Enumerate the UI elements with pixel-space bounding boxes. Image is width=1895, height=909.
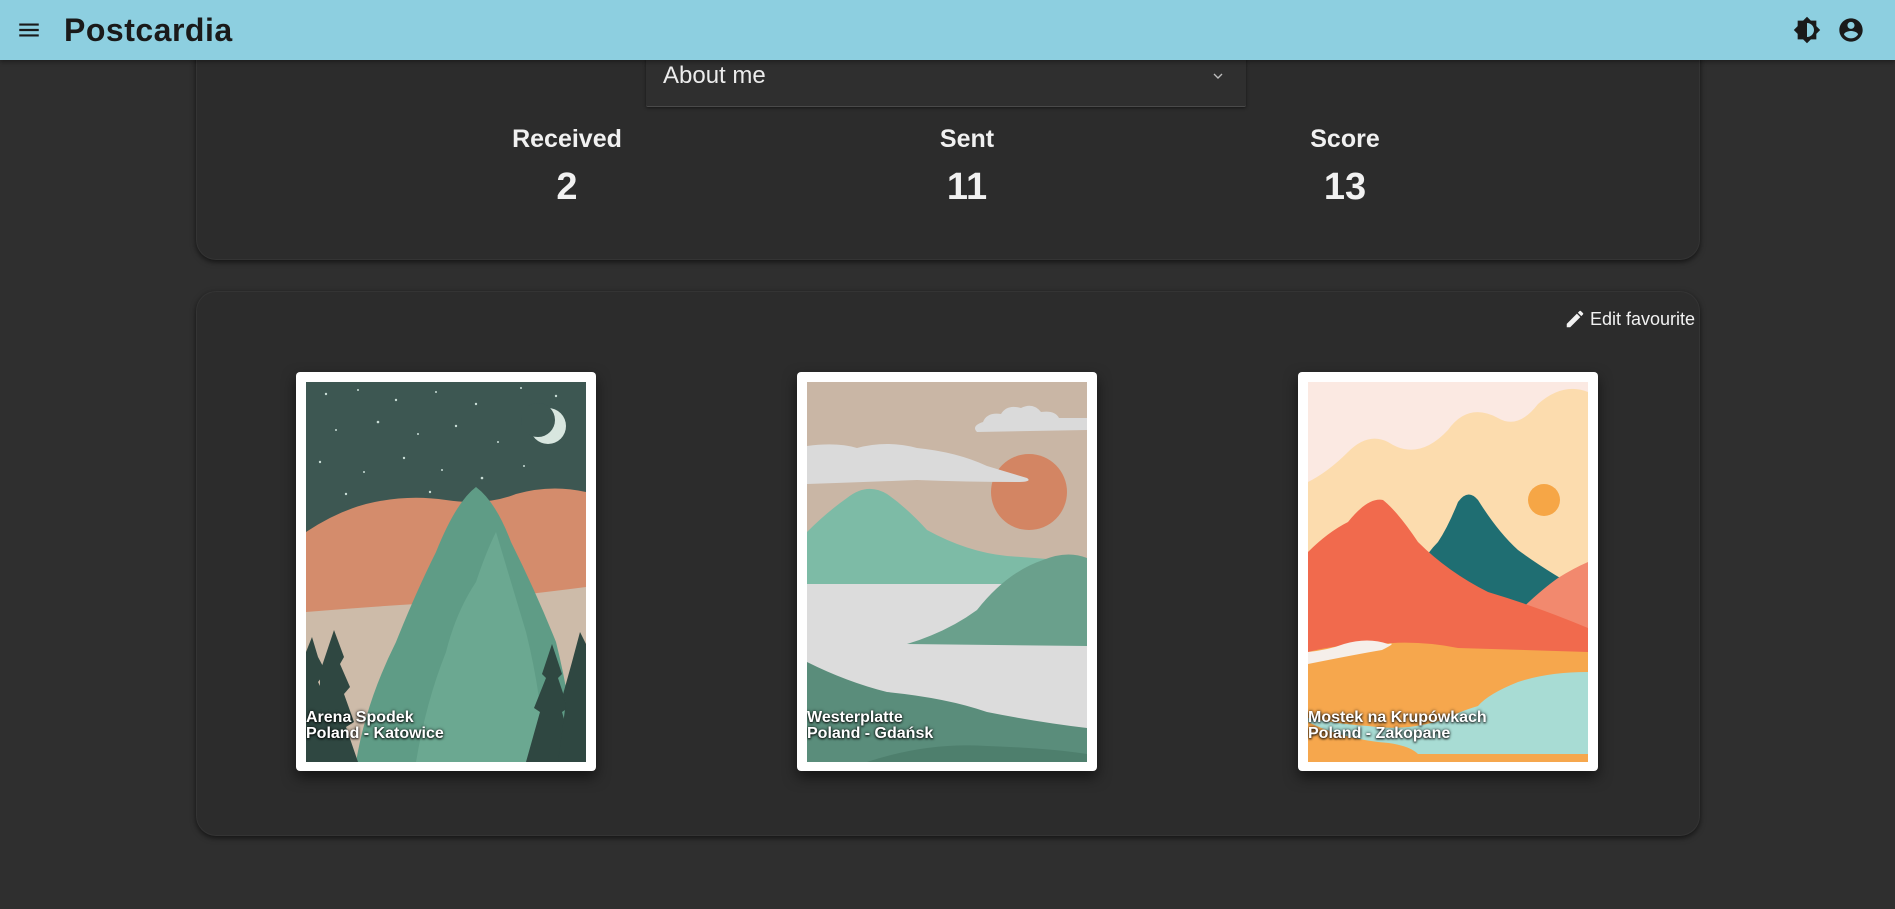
pencil-icon	[1566, 310, 1584, 328]
chevron-down-icon	[1213, 73, 1223, 79]
stat-score: Score 13	[1245, 124, 1445, 212]
postcard-title: Westerplatte	[807, 709, 903, 726]
postcard-location: Poland - Gdańsk	[807, 725, 934, 742]
postcard-location: Poland - Katowice	[306, 725, 444, 742]
postcard-title: Arena Spodek	[306, 709, 414, 726]
edit-favourite-label: Edit favourite	[1590, 308, 1696, 329]
stat-label: Received	[512, 125, 622, 153]
brightness-icon	[1793, 16, 1821, 44]
account-circle-icon	[1839, 18, 1863, 42]
account-button[interactable]	[1837, 16, 1865, 44]
edit-favourite-button[interactable]: Edit favourite	[1564, 307, 1695, 331]
postcard-illustration: Arena Spodek Poland - Katowice	[306, 382, 586, 762]
postcard-location: Poland - Zakopane	[1308, 725, 1451, 742]
postcard-arena-spodek[interactable]: Arena Spodek Poland - Katowice	[296, 372, 596, 771]
profile-section-selected: About me	[663, 62, 766, 89]
postcard-westerplatte[interactable]: Westerplatte Poland - Gdańsk	[797, 372, 1097, 771]
stat-value: 2	[556, 166, 578, 208]
stat-label: Sent	[939, 125, 995, 153]
top-app-bar: Postcardia	[0, 0, 1895, 60]
app-title: Postcardia	[64, 12, 233, 48]
postcard-caption: Westerplatte Poland - Gdańsk	[807, 710, 933, 742]
postcard-caption: Arena Spodek Poland - Katowice	[306, 710, 444, 742]
stat-value: 11	[946, 166, 988, 208]
postcard-illustration: Mostek na Krupówkach Poland - Zakopane	[1308, 382, 1588, 762]
postcard-mostek-na-krupowkach[interactable]: Mostek na Krupówkach Poland - Zakopane	[1298, 372, 1598, 771]
menu-button[interactable]	[16, 17, 42, 43]
stat-received: Received 2	[467, 124, 667, 212]
stat-label: Score	[1310, 125, 1380, 153]
stat-sent: Sent 11	[867, 124, 1067, 212]
theme-toggle-button[interactable]	[1793, 16, 1821, 44]
stat-value: 13	[1323, 166, 1367, 208]
postcard-illustration: Westerplatte Poland - Gdańsk	[807, 382, 1087, 762]
postcard-title: Mostek na Krupówkach	[1308, 709, 1487, 726]
hamburger-menu-icon	[19, 23, 39, 37]
postcard-caption: Mostek na Krupówkach Poland - Zakopane	[1308, 710, 1487, 742]
